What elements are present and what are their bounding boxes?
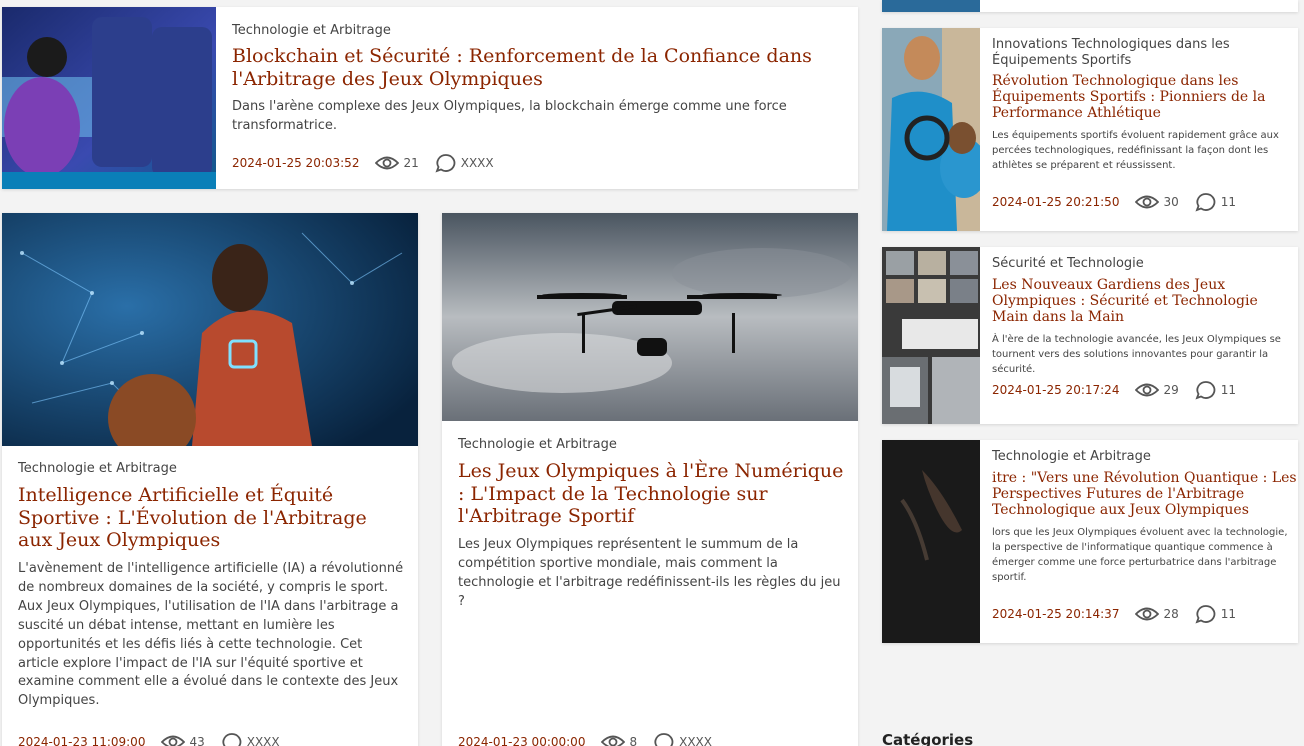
view-count: 28 [1163,607,1179,621]
sidebar-article-card-quantique[interactable]: Technologie et Arbitrage itre : "Vers un… [882,440,1298,643]
comment-count: XXXX [246,735,280,746]
article-description: lors que les Jeux Olympiques évoluent av… [992,526,1288,583]
eye-icon [1135,382,1160,398]
article-meta: 2024-01-23 00:00:00 8 XXXX [458,732,712,746]
article-category[interactable]: Innovations Technologiques dans les Équi… [992,37,1298,68]
view-count: 43 [189,735,205,746]
article-card-ia[interactable]: Technologie et Arbitrage Intelligence Ar… [2,213,418,746]
article-category[interactable]: Technologie et Arbitrage [992,449,1298,465]
view-count: 30 [1163,195,1179,209]
article-title[interactable]: itre : "Vers une Révolution Quantique : … [992,470,1298,518]
article-category[interactable]: Technologie et Arbitrage [18,461,404,478]
sidebar-article-card-equipements[interactable]: Innovations Technologiques dans les Équi… [882,28,1298,231]
surveillance-screens-image[interactable] [882,247,980,424]
comment-count: 11 [1220,607,1237,621]
article-meta: 2024-01-25 20:14:37 28 11 [992,604,1236,624]
article-description: Les équipements sportifs évoluent rapide… [992,130,1279,172]
dark-hand-image[interactable] [882,440,980,643]
comment-count: XXXX [460,156,494,170]
eye-icon [1135,606,1160,622]
article-date: 2024-01-23 00:00:00 [458,735,586,746]
comment-icon [221,732,243,746]
basketball-player-image[interactable] [2,213,418,446]
article-meta: 2024-01-25 20:21:50 30 11 [992,192,1236,212]
article-date: 2024-01-25 20:17:24 [992,383,1120,397]
article-date: 2024-01-25 20:21:50 [992,195,1120,209]
sidebar-article-card-gardiens[interactable]: Sécurité et Technologie Les Nouveaux Gar… [882,247,1298,424]
article-title[interactable]: Intelligence Artificielle et Équité Spor… [18,484,404,552]
article-card-blockchain[interactable]: Technologie et Arbitrage Blockchain et S… [2,7,858,189]
athletes-image[interactable] [882,28,980,231]
article-description: Les Jeux Olympiques représentent le summ… [458,537,841,609]
article-description: À l'ère de la technologie avancée, les J… [992,333,1281,375]
article-title[interactable]: Révolution Technologique dans les Équipe… [992,73,1298,121]
article-title[interactable]: Les Nouveaux Gardiens des Jeux Olympique… [992,277,1298,325]
view-count: 21 [403,156,419,170]
esports-gamers-image[interactable] [2,7,216,189]
article-date: 2024-01-23 11:09:00 [18,735,146,746]
article-category[interactable]: Sécurité et Technologie [992,256,1298,272]
comment-count: 11 [1220,195,1237,209]
article-category[interactable]: Technologie et Arbitrage [458,437,844,454]
article-title[interactable]: Blockchain et Sécurité : Renforcement de… [232,45,832,91]
comment-icon [1195,192,1217,212]
article-description: L'avènement de l'intelligence artificiel… [18,561,404,709]
article-description: Dans l'arène complexe des Jeux Olympique… [232,99,787,134]
comment-icon [653,732,675,746]
article-category[interactable]: Technologie et Arbitrage [232,23,832,40]
article-date: 2024-01-25 20:14:37 [992,607,1120,621]
comment-icon [1195,604,1217,624]
sidebar-article-card-partial[interactable] [882,0,1298,12]
article-meta: 2024-01-25 20:17:24 29 11 [992,380,1236,400]
categories-heading: Catégories [882,731,974,746]
comment-count: 11 [1220,383,1237,397]
comment-count: XXXX [679,735,712,746]
article-meta: 2024-01-25 20:03:52 21 XXXX [232,153,494,173]
comment-icon [1195,380,1217,400]
article-title[interactable]: Les Jeux Olympiques à l'Ère Numérique : … [458,460,844,528]
article-date: 2024-01-25 20:03:52 [232,156,360,170]
drone-image[interactable] [442,213,858,421]
view-count: 8 [629,735,638,746]
eye-icon [601,734,626,746]
article-meta: 2024-01-23 11:09:00 43 XXXX [18,732,280,746]
eye-icon [1135,194,1160,210]
view-count: 29 [1163,383,1179,397]
eye-icon [375,155,400,171]
article-thumbnail-image[interactable] [882,0,980,12]
eye-icon [161,734,186,746]
comment-icon [435,153,457,173]
article-card-ere-numerique[interactable]: Technologie et Arbitrage Les Jeux Olympi… [442,213,858,746]
